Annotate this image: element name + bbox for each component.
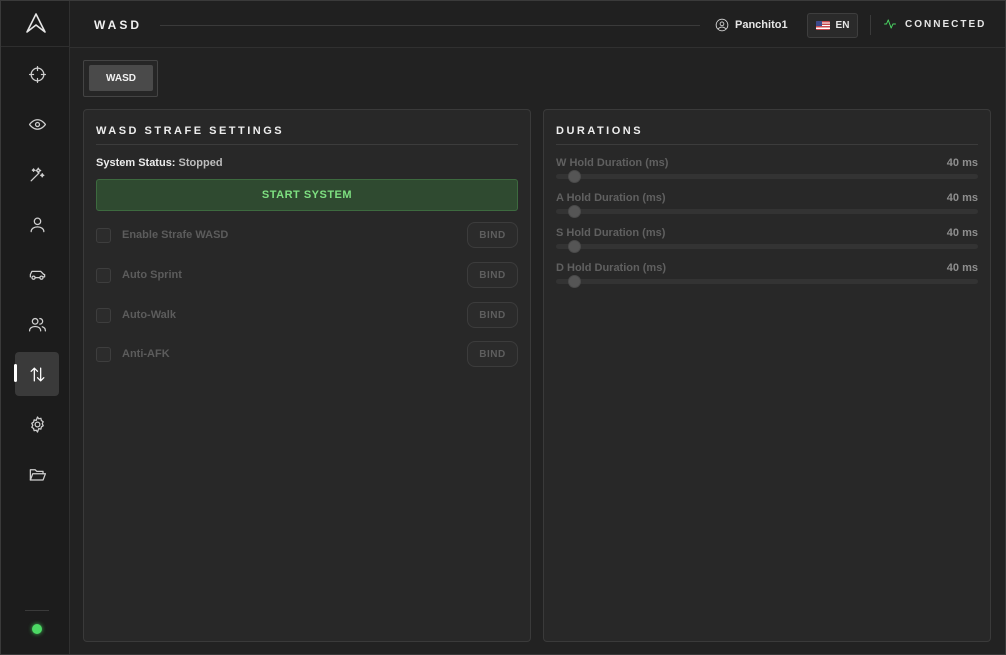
sidebar-item-settings[interactable] (15, 402, 59, 446)
option-row: Auto-Walk BIND (96, 302, 518, 328)
auto-sprint-checkbox[interactable] (96, 268, 111, 283)
enable-strafe-checkbox[interactable] (96, 228, 111, 243)
us-flag-icon (815, 21, 830, 30)
anti-afk-checkbox[interactable] (96, 347, 111, 362)
sidebar-item-misc[interactable] (15, 152, 59, 196)
crosshair-icon (28, 65, 46, 83)
slider-thumb[interactable] (568, 275, 582, 288)
sidebar-item-wasd[interactable] (14, 352, 59, 396)
slider-value: 40 ms (946, 192, 978, 204)
system-status-value: Stopped (178, 157, 223, 169)
logo-icon (26, 13, 46, 33)
w-duration-slider[interactable] (556, 170, 978, 183)
sidebar-item-configs[interactable] (15, 452, 59, 496)
duration-slider-row: D Hold Duration (ms) 40 ms (556, 262, 978, 292)
system-status: System Status: Stopped (96, 157, 223, 169)
panel-divider (556, 144, 978, 145)
header-divider (870, 15, 871, 35)
sidebar-divider (25, 610, 49, 611)
start-system-button[interactable]: START SYSTEM (96, 179, 518, 211)
option-label: Anti-AFK (122, 348, 170, 360)
connection-status: CONNECTED (883, 17, 986, 31)
sidebar-item-players[interactable] (15, 302, 59, 346)
header: WASD Panchito1 EN CONNECTED (70, 1, 1005, 48)
slider-value: 40 ms (946, 227, 978, 239)
user-icon (30, 217, 44, 232)
option-label: Auto-Walk (122, 309, 176, 321)
duration-slider-row: S Hold Duration (ms) 40 ms (556, 227, 978, 257)
strafe-settings-panel: WASD STRAFE SETTINGS System Status: Stop… (83, 109, 531, 642)
slider-value: 40 ms (946, 157, 978, 169)
activity-icon (884, 19, 896, 29)
slider-label: W Hold Duration (ms) (556, 157, 669, 169)
car-icon (29, 270, 45, 280)
connection-label: CONNECTED (905, 18, 987, 30)
tab-wasd[interactable]: WASD (89, 65, 153, 91)
s-duration-slider[interactable] (556, 240, 978, 253)
active-indicator (14, 364, 17, 382)
title-divider (160, 25, 700, 26)
durations-panel: DURATIONS W Hold Duration (ms) 40 ms A H… (543, 109, 991, 642)
duration-slider-row: A Hold Duration (ms) 40 ms (556, 192, 978, 222)
sidebar-item-aim[interactable] (15, 52, 59, 96)
d-duration-slider[interactable] (556, 275, 978, 288)
sidebar-item-player[interactable] (15, 202, 59, 246)
duration-slider-row: W Hold Duration (ms) 40 ms (556, 157, 978, 187)
bind-button[interactable]: BIND (467, 341, 518, 367)
user-name: Panchito1 (735, 19, 788, 31)
bind-button[interactable]: BIND (467, 302, 518, 328)
panel-divider (96, 144, 518, 145)
language-label: EN (835, 20, 850, 31)
logo-divider (1, 46, 70, 47)
option-row: Enable Strafe WASD BIND (96, 222, 518, 248)
language-button[interactable]: EN (807, 13, 858, 38)
user-menu[interactable]: Panchito1 (715, 17, 788, 33)
a-duration-slider[interactable] (556, 205, 978, 218)
sidebar (1, 1, 70, 654)
user-circle-icon (715, 18, 729, 32)
option-label: Auto Sprint (122, 269, 182, 281)
slider-label: D Hold Duration (ms) (556, 262, 666, 274)
page-title: WASD (94, 18, 142, 32)
app-window: WASD Panchito1 EN CONNECTED WASD WASD ST… (0, 0, 1006, 655)
users-icon (28, 317, 46, 331)
option-row: Auto Sprint BIND (96, 262, 518, 288)
tab-bar: WASD (83, 60, 158, 97)
bind-button[interactable]: BIND (467, 222, 518, 248)
option-row: Anti-AFK BIND (96, 341, 518, 367)
sidebar-item-visuals[interactable] (15, 102, 59, 146)
folder-open-icon (29, 468, 46, 481)
gear-icon (30, 415, 44, 433)
sidebar-item-vehicle[interactable] (15, 252, 59, 296)
slider-label: S Hold Duration (ms) (556, 227, 666, 239)
magic-wand-icon (30, 167, 44, 181)
slider-thumb[interactable] (568, 205, 582, 218)
slider-label: A Hold Duration (ms) (556, 192, 666, 204)
slider-value: 40 ms (946, 262, 978, 274)
system-status-label: System Status: (96, 157, 176, 169)
option-label: Enable Strafe WASD (122, 229, 229, 241)
panel-title: WASD STRAFE SETTINGS (96, 125, 285, 137)
slider-thumb[interactable] (568, 170, 582, 183)
arrows-up-down-icon (30, 367, 44, 381)
bind-button[interactable]: BIND (467, 262, 518, 288)
panel-title: DURATIONS (556, 125, 644, 137)
auto-walk-checkbox[interactable] (96, 308, 111, 323)
eye-icon (28, 118, 46, 130)
slider-thumb[interactable] (568, 240, 582, 253)
status-dot (32, 624, 42, 634)
